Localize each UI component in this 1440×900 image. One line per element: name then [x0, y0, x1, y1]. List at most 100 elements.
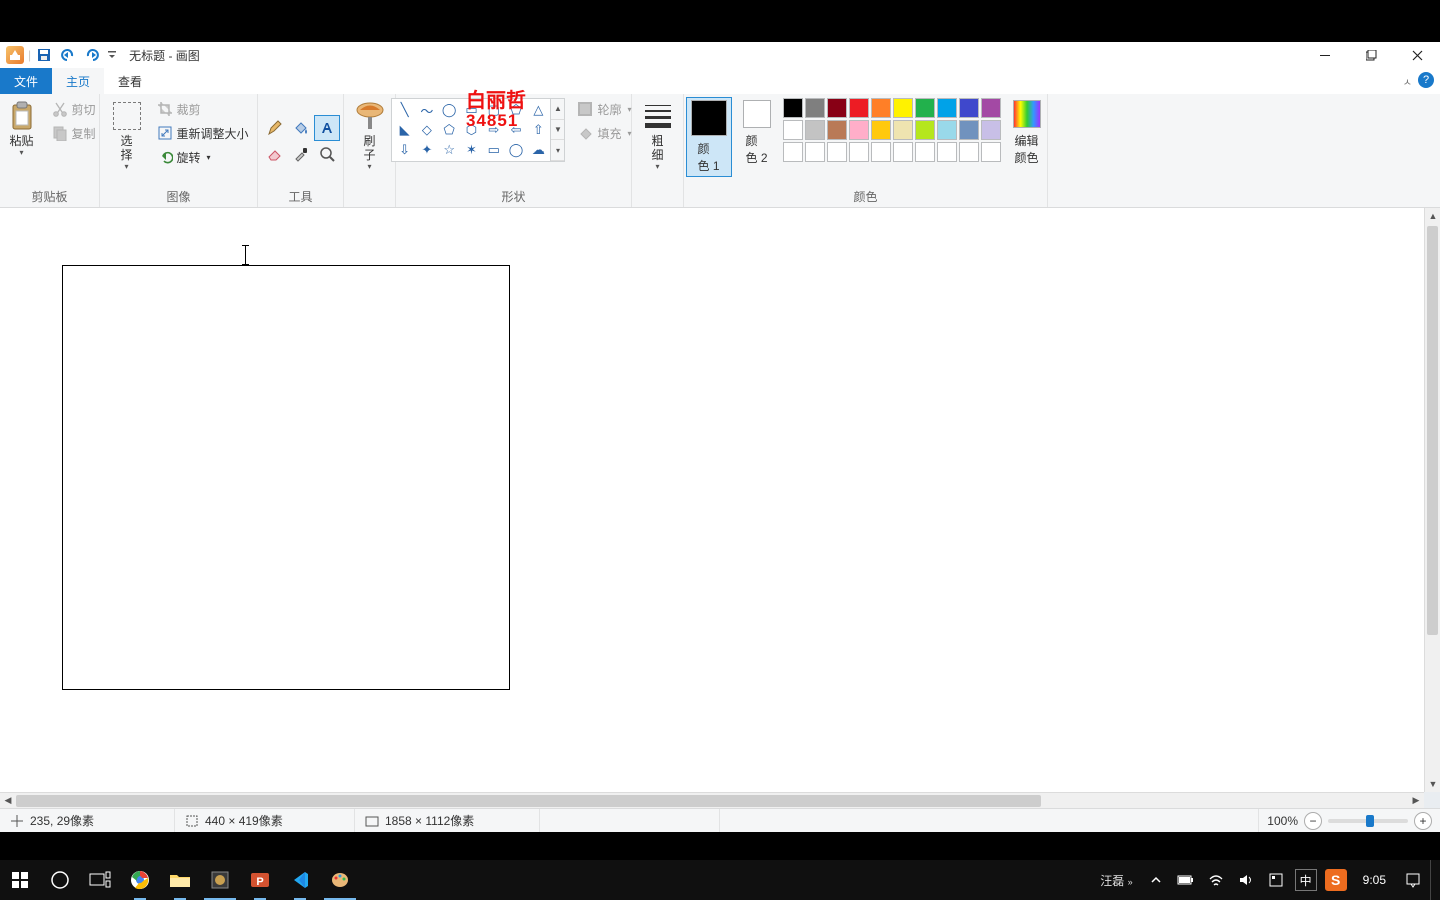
color-swatch[interactable] [915, 98, 935, 118]
color-swatch[interactable] [959, 120, 979, 140]
scroll-down-icon[interactable]: ▼ [1425, 776, 1440, 792]
shapes-expand-icon[interactable]: ▾ [551, 140, 564, 161]
shapes-scroll-down-icon[interactable]: ▼ [551, 120, 564, 141]
qat-customize-icon[interactable] [105, 44, 119, 66]
pencil-tool-icon[interactable] [263, 116, 287, 140]
start-button[interactable] [0, 860, 40, 900]
color-swatch[interactable] [805, 142, 825, 162]
color-swatch[interactable] [915, 120, 935, 140]
redo-icon[interactable] [81, 44, 103, 66]
color-swatch[interactable] [827, 142, 847, 162]
text-tool-icon[interactable] [315, 116, 339, 140]
shape-curve-icon[interactable]: 〜 [416, 100, 438, 120]
color-swatch[interactable] [871, 120, 891, 140]
edit-colors-button[interactable]: 编辑 颜色 [1009, 98, 1045, 168]
canvas[interactable] [0, 208, 1424, 792]
taskbar-explorer-icon[interactable] [160, 860, 200, 900]
color-swatch[interactable] [893, 142, 913, 162]
minimize-button[interactable] [1302, 42, 1348, 68]
color-swatch[interactable] [937, 120, 957, 140]
color-swatch[interactable] [805, 120, 825, 140]
color-swatch[interactable] [981, 142, 1001, 162]
tray-volume-icon[interactable] [1233, 860, 1259, 900]
shape-arrow-right-icon[interactable]: ⇨ [483, 120, 505, 140]
shape-fill-button[interactable]: 填充▾ [573, 122, 635, 144]
tray-clock[interactable]: 9:05 [1353, 873, 1396, 887]
tab-file[interactable]: 文件 [0, 68, 52, 94]
app-icon[interactable] [4, 44, 26, 66]
size-button[interactable]: 粗 细 ▾ [636, 98, 680, 182]
show-desktop-button[interactable] [1430, 860, 1436, 900]
shape-callout-cloud-icon[interactable]: ☁ [527, 140, 549, 160]
help-icon[interactable]: ? [1418, 72, 1434, 88]
shape-callout-rect-icon[interactable]: ▭ [483, 140, 505, 160]
shape-5star-icon[interactable]: ☆ [438, 140, 460, 160]
color-swatch[interactable] [871, 142, 891, 162]
fill-tool-icon[interactable] [289, 116, 313, 140]
scroll-left-icon[interactable]: ◀ [0, 793, 16, 809]
color-swatch[interactable] [959, 98, 979, 118]
shape-line-icon[interactable]: ╲ [393, 100, 415, 120]
paste-button[interactable]: 粘贴 ▾ [0, 98, 44, 182]
crop-button[interactable]: 裁剪 [153, 98, 253, 120]
shape-hexagon-icon[interactable]: ⬡ [460, 120, 482, 140]
scroll-up-icon[interactable]: ▲ [1425, 208, 1440, 224]
rotate-button[interactable]: 旋转▾ [153, 146, 253, 168]
taskbar-chrome-icon[interactable] [120, 860, 160, 900]
undo-icon[interactable] [57, 44, 79, 66]
save-icon[interactable] [33, 44, 55, 66]
color-swatch[interactable] [783, 120, 803, 140]
shape-arrow-left-icon[interactable]: ⇦ [505, 120, 527, 140]
cortana-button[interactable] [40, 860, 80, 900]
shape-rect-icon[interactable]: ▭ [460, 100, 482, 120]
color2-button[interactable]: 颜 色 2 [739, 98, 775, 168]
shape-pentagon-icon[interactable]: ⬠ [438, 120, 460, 140]
shape-triangle-icon[interactable]: △ [527, 100, 549, 120]
color1-button[interactable]: 颜 色 1 [687, 98, 731, 176]
brushes-button[interactable]: 刷 子 ▾ [348, 98, 392, 182]
select-button[interactable]: 选 择 ▾ [105, 98, 149, 182]
color-swatch[interactable] [937, 98, 957, 118]
tray-battery-icon[interactable] [1173, 860, 1199, 900]
tray-user-label[interactable]: 汪磊 » [1094, 872, 1138, 889]
taskbar-vscode-icon[interactable] [280, 860, 320, 900]
cut-button[interactable]: 剪切 [48, 98, 100, 120]
tray-wifi-icon[interactable] [1203, 860, 1229, 900]
shape-polygon-icon[interactable]: ⬠ [505, 100, 527, 120]
shape-callout-round-icon[interactable]: ◯ [505, 140, 527, 160]
shape-diamond-icon[interactable]: ◇ [416, 120, 438, 140]
shape-4star-icon[interactable]: ✦ [416, 140, 438, 160]
tray-overflow-icon[interactable] [1143, 860, 1169, 900]
magnifier-tool-icon[interactable] [315, 142, 339, 166]
color-swatch[interactable] [893, 98, 913, 118]
tray-ime-panel-icon[interactable] [1263, 860, 1289, 900]
tray-notifications-icon[interactable] [1400, 860, 1426, 900]
color-swatch[interactable] [827, 98, 847, 118]
close-button[interactable] [1394, 42, 1440, 68]
tray-ime-lang-icon[interactable]: 中 [1293, 860, 1319, 900]
zoom-out-button[interactable]: − [1304, 812, 1322, 830]
color-swatch[interactable] [849, 142, 869, 162]
color-swatch[interactable] [981, 120, 1001, 140]
eraser-tool-icon[interactable] [263, 142, 287, 166]
shape-6star-icon[interactable]: ✶ [460, 140, 482, 160]
color-swatch[interactable] [783, 142, 803, 162]
color-swatch[interactable] [959, 142, 979, 162]
taskbar-paint-icon[interactable] [320, 860, 360, 900]
horizontal-scrollbar[interactable]: ◀ ▶ [0, 792, 1424, 808]
shape-arrow-up-icon[interactable]: ⇧ [527, 120, 549, 140]
maximize-button[interactable] [1348, 42, 1394, 68]
color-swatch[interactable] [783, 98, 803, 118]
taskbar-powerpoint-icon[interactable]: P [240, 860, 280, 900]
taskbar-app-icon[interactable] [200, 860, 240, 900]
zoom-slider[interactable] [1328, 819, 1408, 823]
vertical-scrollbar[interactable]: ▲ ▼ [1424, 208, 1440, 792]
shapes-scroll-up-icon[interactable]: ▲ [551, 99, 564, 120]
copy-button[interactable]: 复制 [48, 122, 100, 144]
color-swatch[interactable] [849, 120, 869, 140]
tab-view[interactable]: 查看 [104, 68, 156, 94]
shape-right-triangle-icon[interactable]: ◣ [393, 120, 415, 140]
tray-sogou-icon[interactable]: S [1323, 860, 1349, 900]
collapse-ribbon-icon[interactable]: ㅅ [1403, 74, 1412, 89]
shape-oval-icon[interactable]: ◯ [438, 100, 460, 120]
